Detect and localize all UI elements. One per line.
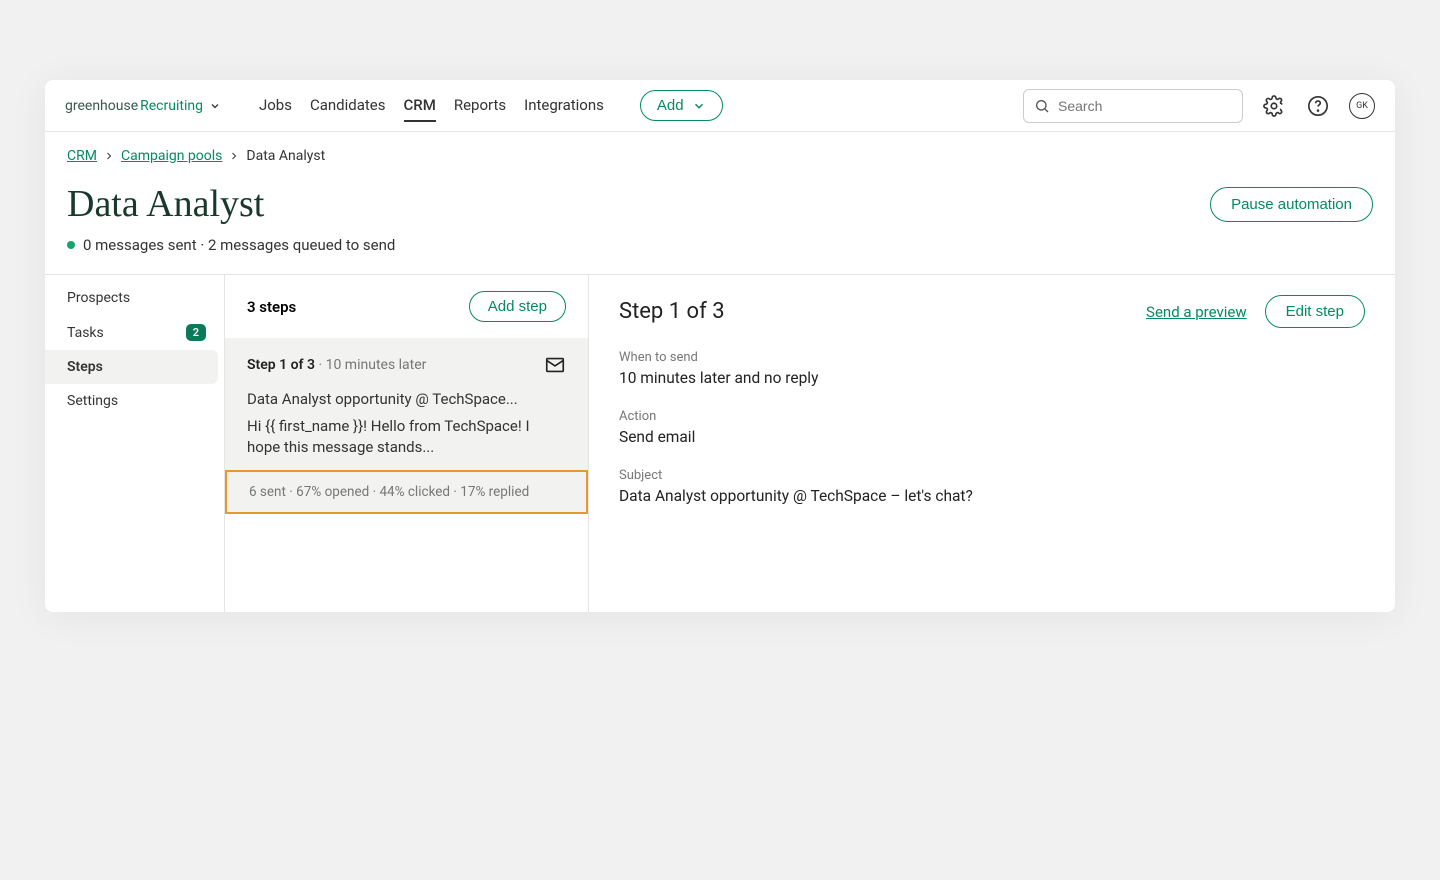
sidebar-item-prospects[interactable]: Prospects [45, 281, 224, 315]
settings-button[interactable] [1261, 93, 1287, 119]
search-icon [1034, 98, 1050, 114]
sidebar-item-label: Tasks [67, 325, 104, 341]
chevron-right-icon [103, 150, 115, 162]
sidebar: Prospects Tasks 2 Steps Settings [45, 275, 225, 612]
add-step-button[interactable]: Add step [469, 291, 566, 322]
step-card-body-preview: Hi {{ first_name }}! Hello from TechSpac… [247, 416, 566, 458]
sidebar-item-label: Steps [67, 359, 103, 375]
body: Prospects Tasks 2 Steps Settings 3 steps… [45, 275, 1395, 612]
nav-candidates[interactable]: Candidates [310, 90, 386, 122]
detail-title: Step 1 of 3 [619, 299, 725, 324]
steps-column: 3 steps Add step Step 1 of 3 · 10 minute… [225, 275, 589, 612]
sidebar-item-settings[interactable]: Settings [45, 384, 224, 418]
steps-header: 3 steps Add step [225, 275, 588, 338]
step-card[interactable]: Step 1 of 3 · 10 minutes later Data Anal… [225, 338, 588, 514]
nav-integrations[interactable]: Integrations [524, 90, 604, 122]
gear-icon [1263, 95, 1285, 117]
search-box[interactable] [1023, 89, 1243, 123]
sidebar-item-label: Prospects [67, 290, 130, 306]
nav-jobs[interactable]: Jobs [259, 90, 292, 122]
help-button[interactable] [1305, 93, 1331, 119]
chevron-right-icon [228, 150, 240, 162]
breadcrumb: CRM Campaign pools Data Analyst [67, 148, 1373, 164]
nav-crm[interactable]: CRM [404, 90, 436, 122]
breadcrumb-current: Data Analyst [246, 148, 325, 164]
field-label: Action [619, 409, 1365, 424]
logo[interactable]: greenhouse Recruiting [65, 98, 221, 114]
field-when-to-send: When to send 10 minutes later and no rep… [619, 350, 1365, 387]
page-title: Data Analyst [67, 182, 264, 226]
add-button[interactable]: Add [640, 90, 723, 121]
logo-text-1: greenhouse [65, 98, 138, 114]
logo-text-2: Recruiting [140, 98, 203, 114]
status-text: 0 messages sent · 2 messages queued to s… [83, 236, 395, 254]
add-button-label: Add [657, 97, 684, 114]
steps-count: 3 steps [247, 298, 296, 316]
sidebar-item-label: Settings [67, 393, 118, 409]
field-subject: Subject Data Analyst opportunity @ TechS… [619, 468, 1365, 505]
help-icon [1307, 95, 1329, 117]
sidebar-item-tasks[interactable]: Tasks 2 [45, 315, 224, 350]
field-value: 10 minutes later and no reply [619, 369, 1365, 387]
breadcrumb-crm[interactable]: CRM [67, 148, 97, 164]
pause-automation-button[interactable]: Pause automation [1210, 187, 1373, 222]
avatar[interactable]: GK [1349, 93, 1375, 119]
chevron-down-icon [209, 100, 221, 112]
page-header: CRM Campaign pools Data Analyst Data Ana… [45, 132, 1395, 275]
field-label: Subject [619, 468, 1365, 483]
app-window: greenhouse Recruiting Jobs Candidates CR… [45, 80, 1395, 612]
status-row: 0 messages sent · 2 messages queued to s… [67, 236, 1373, 254]
step-card-stats: 6 sent · 67% opened · 44% clicked · 17% … [225, 470, 588, 514]
field-value: Data Analyst opportunity @ TechSpace – l… [619, 487, 1365, 505]
search-input[interactable] [1058, 98, 1232, 114]
tasks-badge: 2 [186, 324, 206, 341]
step-card-step-label: Step 1 of 3 [247, 357, 315, 373]
send-preview-link[interactable]: Send a preview [1146, 303, 1247, 321]
edit-step-button[interactable]: Edit step [1265, 295, 1365, 328]
breadcrumb-pools[interactable]: Campaign pools [121, 148, 222, 164]
field-label: When to send [619, 350, 1365, 365]
status-dot-icon [67, 241, 75, 249]
mail-icon [544, 354, 566, 376]
main-nav: Jobs Candidates CRM Reports Integrations [259, 90, 604, 122]
step-card-subject: Data Analyst opportunity @ TechSpace... [247, 390, 566, 408]
chevron-down-icon [692, 99, 706, 113]
field-action: Action Send email [619, 409, 1365, 446]
field-value: Send email [619, 428, 1365, 446]
step-card-heading: Step 1 of 3 · 10 minutes later [247, 357, 426, 373]
step-detail: Step 1 of 3 Send a preview Edit step Whe… [589, 275, 1395, 612]
nav-reports[interactable]: Reports [454, 90, 506, 122]
top-navbar: greenhouse Recruiting Jobs Candidates CR… [45, 80, 1395, 132]
sidebar-item-steps[interactable]: Steps [45, 350, 218, 384]
step-card-timing: · 10 minutes later [315, 357, 426, 373]
